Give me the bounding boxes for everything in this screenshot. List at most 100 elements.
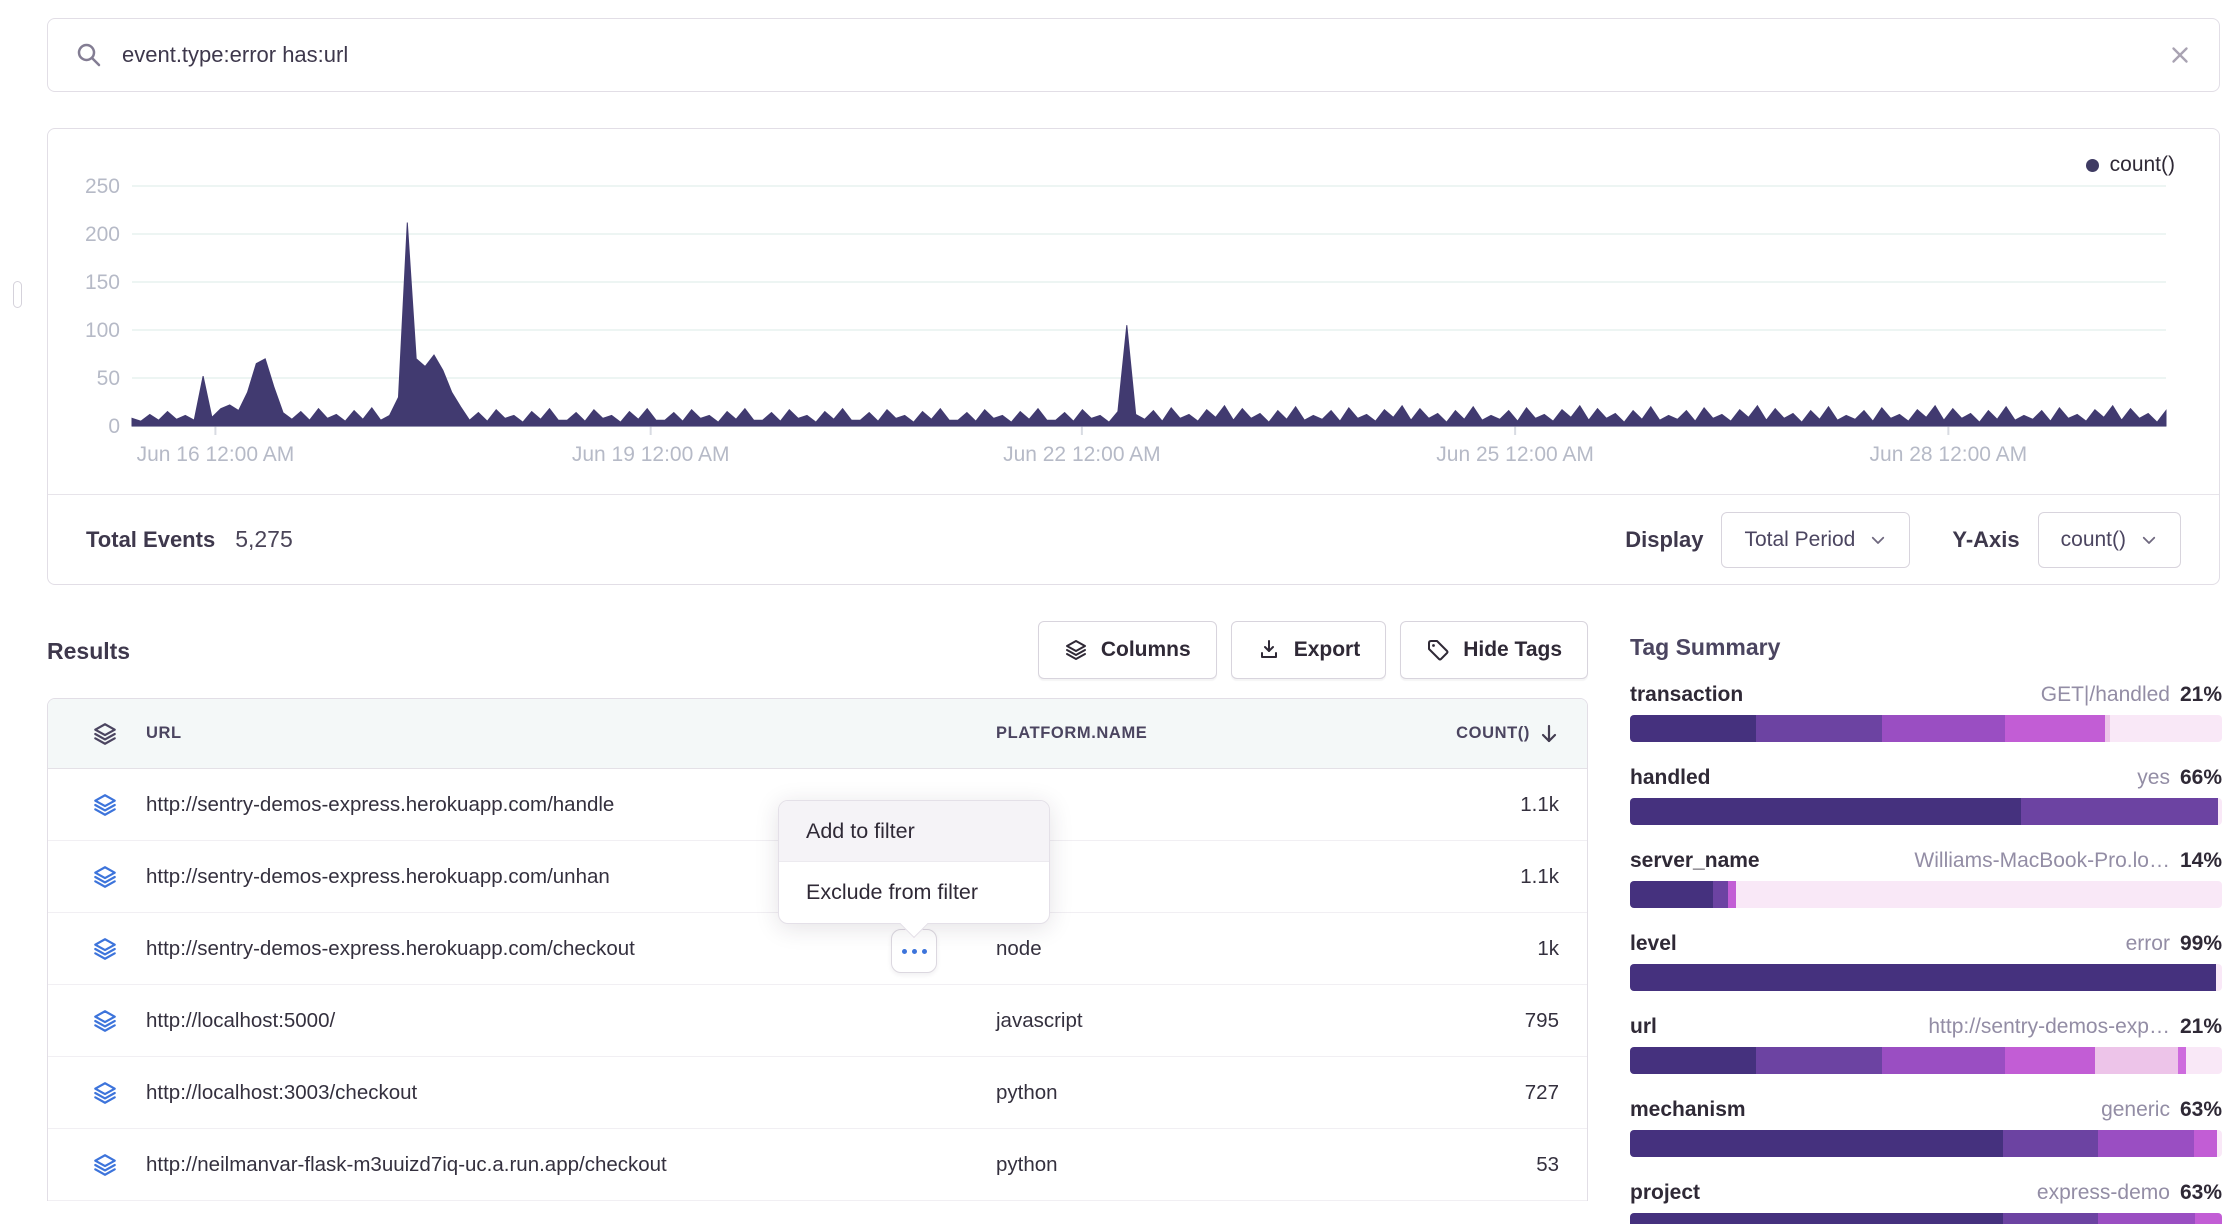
tag-bar-segment[interactable] (1630, 715, 1756, 742)
url-value: http://localhost:3003/checkout (146, 1081, 417, 1105)
tag-bar-segment[interactable] (2218, 798, 2222, 825)
tag-bar-segment[interactable] (2003, 1130, 2098, 1157)
platform-cell[interactable]: python (996, 1081, 1416, 1105)
search-input[interactable] (122, 42, 2149, 68)
chevron-down-icon (1869, 531, 1887, 549)
tag-bar-segment[interactable] (2005, 1047, 2096, 1074)
layers-icon (92, 721, 118, 747)
tag-bar-segment[interactable] (1882, 715, 2005, 742)
table-header: URL PLATFORM.NAME COUNT() (48, 699, 1587, 769)
cell-actions-menu: Add to filter Exclude from filter (778, 800, 1050, 924)
count-cell[interactable]: 1k (1416, 937, 1587, 961)
tag-bar-segment[interactable] (2021, 798, 2218, 825)
tag-icon (1426, 638, 1450, 662)
tag-bar-segment[interactable] (2110, 715, 2222, 742)
tag-bar-segment[interactable] (1630, 798, 2021, 825)
tag-bar-segment[interactable] (1756, 715, 1882, 742)
tag-name: mechanism (1630, 1098, 1746, 1122)
platform-cell[interactable]: python (996, 1153, 1416, 1177)
tag-distribution-bar[interactable] (1630, 798, 2222, 825)
url-cell[interactable]: http://sentry-demos-express.herokuapp.co… (48, 936, 996, 962)
tag-bar-segment[interactable] (2003, 1213, 2098, 1224)
tag-distribution-bar[interactable] (1630, 1130, 2222, 1157)
tag-bar-segment[interactable] (2098, 1213, 2196, 1224)
count-cell[interactable]: 727 (1416, 1081, 1587, 1105)
tag-bar-segment[interactable] (1630, 1213, 2003, 1224)
tag-bar-segment[interactable] (1630, 881, 1713, 908)
tag-group: transaction GET|/handled 21% (1630, 683, 2222, 742)
tag-percentage: 21% (2180, 1015, 2222, 1039)
url-cell[interactable]: http://localhost:3003/checkout (48, 1080, 996, 1106)
hide-tags-button[interactable]: Hide Tags (1400, 621, 1588, 679)
search-bar (47, 18, 2220, 92)
tag-bar-segment[interactable] (1630, 1130, 2003, 1157)
tag-distribution-bar[interactable] (1630, 1047, 2222, 1074)
yaxis-select[interactable]: count() (2038, 512, 2181, 568)
display-select[interactable]: Total Period (1721, 512, 1910, 568)
tag-bar-segment[interactable] (2005, 715, 2106, 742)
legend-label: count() (2110, 153, 2175, 177)
svg-text:Jun 25 12:00 AM: Jun 25 12:00 AM (1436, 443, 1594, 466)
tag-bar-segment[interactable] (1728, 881, 1736, 908)
column-header-count[interactable]: COUNT() (1416, 723, 1587, 745)
tag-group: server_name Williams-MacBook-Pro.lo… 14% (1630, 849, 2222, 908)
table-row: http://localhost:3003/checkout python 72… (48, 1057, 1587, 1129)
tag-bar-segment[interactable] (2195, 1213, 2222, 1224)
tag-top-value: GET|/handled (2041, 683, 2170, 707)
tag-bar-segment[interactable] (1882, 1047, 2005, 1074)
tag-name: level (1630, 932, 1677, 956)
url-value: http://neilmanvar-flask-m3uuizd7iq-uc.a.… (146, 1153, 667, 1177)
layers-icon (92, 1152, 118, 1178)
tag-bar-segment[interactable] (2178, 1047, 2187, 1074)
tag-percentage: 63% (2180, 1181, 2222, 1205)
tag-bar-segment[interactable] (1713, 881, 1728, 908)
column-header-url[interactable]: URL (48, 721, 996, 747)
tag-bar-segment[interactable] (1630, 1047, 1756, 1074)
tag-group: project express-demo 63% (1630, 1181, 2222, 1224)
tag-bar-segment[interactable] (2194, 1130, 2217, 1157)
total-events-value: 5,275 (235, 526, 293, 553)
count-cell[interactable]: 1.1k (1416, 865, 1587, 889)
total-events-label: Total Events (86, 527, 215, 553)
tag-bar-segment[interactable] (1736, 881, 2222, 908)
count-cell[interactable]: 1.1k (1416, 793, 1587, 817)
svg-text:150: 150 (85, 271, 120, 294)
tag-bar-segment[interactable] (2216, 964, 2222, 991)
clear-search-icon[interactable] (2167, 42, 2193, 68)
export-button[interactable]: Export (1231, 621, 1387, 679)
ellipsis-icon (922, 949, 927, 954)
svg-text:0: 0 (108, 415, 120, 438)
count-cell[interactable]: 795 (1416, 1009, 1587, 1033)
add-to-filter-item[interactable]: Add to filter (779, 801, 1049, 862)
tag-bar-segment[interactable] (2217, 1130, 2222, 1157)
layers-icon (92, 1080, 118, 1106)
tag-top-value: http://sentry-demos-exp… (1928, 1015, 2170, 1039)
tag-distribution-bar[interactable] (1630, 715, 2222, 742)
layers-icon (1064, 638, 1088, 662)
columns-button[interactable]: Columns (1038, 621, 1217, 679)
tag-distribution-bar[interactable] (1630, 881, 2222, 908)
tag-bar-segment[interactable] (1630, 964, 2216, 991)
count-cell[interactable]: 53 (1416, 1153, 1587, 1177)
tag-group: mechanism generic 63% (1630, 1098, 2222, 1157)
tag-distribution-bar[interactable] (1630, 1213, 2222, 1224)
tag-bar-segment[interactable] (1756, 1047, 1882, 1074)
url-value: http://localhost:5000/ (146, 1009, 335, 1033)
tag-bar-segment[interactable] (2095, 1047, 2177, 1074)
svg-text:Jun 22 12:00 AM: Jun 22 12:00 AM (1003, 443, 1161, 466)
svg-text:Jun 19 12:00 AM: Jun 19 12:00 AM (572, 443, 730, 466)
tag-bar-segment[interactable] (2186, 1047, 2222, 1074)
url-cell[interactable]: http://neilmanvar-flask-m3uuizd7iq-uc.a.… (48, 1152, 996, 1178)
tag-bar-segment[interactable] (2098, 1130, 2194, 1157)
url-value: http://sentry-demos-express.herokuapp.co… (146, 937, 635, 961)
tag-distribution-bar[interactable] (1630, 964, 2222, 991)
sidebar-collapse-handle[interactable] (13, 281, 22, 308)
tag-name: server_name (1630, 849, 1760, 873)
tag-top-value: Williams-MacBook-Pro.lo… (1914, 849, 2170, 873)
platform-cell[interactable]: node (996, 937, 1416, 961)
chart-legend[interactable]: count() (2086, 153, 2175, 177)
platform-cell[interactable]: javascript (996, 1009, 1416, 1033)
column-header-platform[interactable]: PLATFORM.NAME (996, 724, 1416, 743)
legend-dot-icon (2086, 159, 2099, 172)
url-cell[interactable]: http://localhost:5000/ (48, 1008, 996, 1034)
